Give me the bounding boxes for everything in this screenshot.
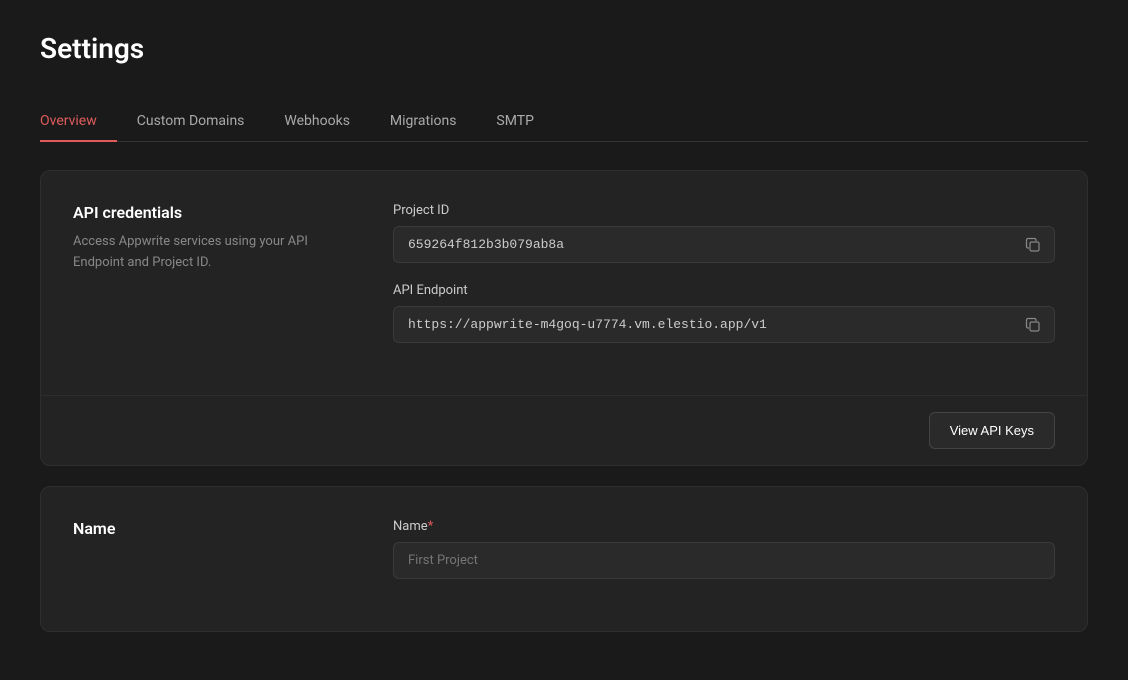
name-card-body: Name Name*: [41, 487, 1087, 631]
name-input[interactable]: [393, 542, 1055, 579]
copy-project-id-button[interactable]: [1021, 233, 1045, 257]
content-area: API credentials Access Appwrite services…: [40, 142, 1088, 680]
api-credentials-left: API credentials Access Appwrite services…: [73, 203, 353, 363]
project-id-field-group: Project ID: [393, 203, 1055, 263]
page-container: Settings Overview Custom Domains Webhook…: [0, 0, 1128, 680]
api-credentials-desc: Access Appwrite services using your API …: [73, 232, 353, 274]
required-star: *: [428, 519, 434, 534]
name-field-label: Name*: [393, 519, 1055, 534]
tab-webhooks[interactable]: Webhooks: [264, 101, 370, 141]
api-endpoint-input-wrapper: [393, 306, 1055, 343]
name-card-left: Name: [73, 519, 353, 548]
name-card-right: Name*: [393, 519, 1055, 599]
tab-migrations[interactable]: Migrations: [370, 101, 477, 141]
page-title: Settings: [40, 32, 1088, 65]
view-api-keys-button[interactable]: View API Keys: [929, 412, 1055, 449]
api-credentials-footer: View API Keys: [41, 395, 1087, 465]
tab-custom-domains[interactable]: Custom Domains: [117, 101, 265, 141]
copy-api-endpoint-button[interactable]: [1021, 313, 1045, 337]
tab-overview[interactable]: Overview: [40, 101, 117, 141]
tabs-container: Overview Custom Domains Webhooks Migrati…: [40, 101, 1088, 142]
tab-smtp[interactable]: SMTP: [476, 101, 554, 141]
api-credentials-title: API credentials: [73, 203, 353, 222]
api-endpoint-input[interactable]: [393, 306, 1055, 343]
api-endpoint-label: API Endpoint: [393, 283, 1055, 298]
name-card: Name Name*: [40, 486, 1088, 632]
api-credentials-body: API credentials Access Appwrite services…: [41, 171, 1087, 395]
project-id-label: Project ID: [393, 203, 1055, 218]
name-section-title: Name: [73, 519, 353, 538]
project-id-input-wrapper: [393, 226, 1055, 263]
api-credentials-right: Project ID API Endpoint: [393, 203, 1055, 363]
copy-icon: [1025, 317, 1041, 333]
name-field-group: Name*: [393, 519, 1055, 579]
project-id-input[interactable]: [393, 226, 1055, 263]
copy-icon: [1025, 237, 1041, 253]
api-endpoint-field-group: API Endpoint: [393, 283, 1055, 343]
api-credentials-card: API credentials Access Appwrite services…: [40, 170, 1088, 466]
